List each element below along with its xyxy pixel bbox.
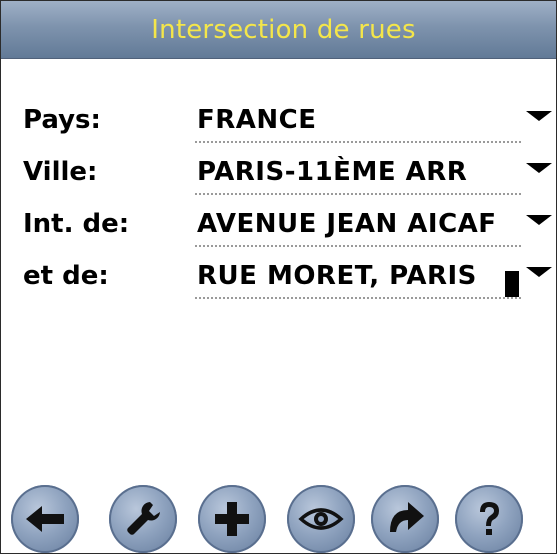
route-button[interactable]	[371, 485, 439, 553]
form-row-int-de: Int. de: AVENUE JEAN AICAF	[1, 207, 556, 247]
redo-arrow-icon	[390, 502, 424, 532]
pays-value: FRANCE	[197, 105, 317, 135]
arrow-left-icon	[26, 506, 64, 532]
ville-dropdown-triangle-down-icon[interactable]	[526, 163, 552, 173]
pays-field[interactable]: FRANCE	[195, 103, 521, 143]
eye-icon	[298, 508, 344, 530]
bottom-toolbar	[1, 483, 556, 553]
et-de-field[interactable]: RUE MORET, PARIS	[195, 259, 521, 299]
text-cursor	[505, 271, 519, 297]
et-de-label: et de:	[23, 261, 109, 291]
int-de-dropdown-triangle-down-icon[interactable]	[526, 215, 552, 225]
int-de-label: Int. de:	[23, 209, 130, 239]
help-button[interactable]	[455, 485, 523, 553]
settings-button[interactable]	[109, 485, 177, 553]
ville-value: PARIS-11ÈME ARR	[197, 157, 468, 187]
int-de-field[interactable]: AVENUE JEAN AICAF	[195, 207, 521, 247]
title-bar: Intersection de rues	[1, 1, 556, 59]
add-button[interactable]	[198, 485, 266, 553]
ville-label: Ville:	[23, 157, 98, 187]
view-button[interactable]	[287, 485, 355, 553]
et-de-dropdown-triangle-down-icon[interactable]	[526, 267, 552, 277]
form-row-pays: Pays: FRANCE	[1, 103, 556, 143]
window-title: Intersection de rues	[151, 14, 416, 45]
pays-dropdown-triangle-down-icon[interactable]	[526, 111, 552, 121]
ville-field[interactable]: PARIS-11ÈME ARR	[195, 155, 521, 195]
app-window: Intersection de rues Pays: FRANCE Ville:…	[0, 0, 557, 554]
back-button[interactable]	[11, 485, 79, 553]
int-de-value: AVENUE JEAN AICAF	[197, 209, 497, 239]
et-de-value: RUE MORET, PARIS	[197, 261, 477, 291]
pays-label: Pays:	[23, 105, 101, 135]
plus-icon	[215, 502, 249, 536]
form-row-ville: Ville: PARIS-11ÈME ARR	[1, 155, 556, 195]
question-mark-icon	[480, 502, 499, 535]
form-row-et-de: et de: RUE MORET, PARIS	[1, 259, 556, 299]
wrench-icon	[127, 502, 160, 535]
